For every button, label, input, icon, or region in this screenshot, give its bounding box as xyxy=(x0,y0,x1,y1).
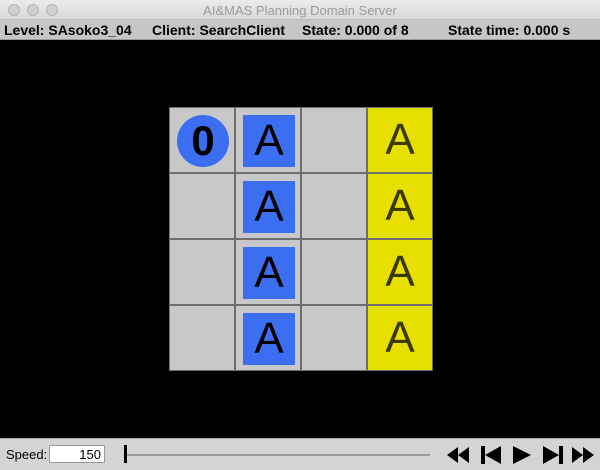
goal-cell-label: A xyxy=(385,247,415,296)
goal-cell-label: A xyxy=(385,115,415,164)
window-title: AI&MAS Planning Domain Server xyxy=(203,3,397,18)
grid-cell xyxy=(301,107,367,173)
speed-label: Speed: xyxy=(6,447,48,462)
goal-cell-label: A xyxy=(385,181,415,230)
fast-forward-icon xyxy=(572,447,594,463)
play-icon xyxy=(513,446,531,464)
grid-cell: A xyxy=(367,173,433,239)
grid-cell xyxy=(169,173,235,239)
play-button[interactable] xyxy=(510,444,534,466)
rewind-button[interactable] xyxy=(446,444,470,466)
speed-input[interactable] xyxy=(49,445,105,463)
step-back-button[interactable] xyxy=(479,444,503,466)
grid-cell: A xyxy=(235,173,301,239)
grid-cell xyxy=(301,239,367,305)
grid-cell: A xyxy=(235,239,301,305)
grid-cell xyxy=(301,305,367,371)
grid-cell: A xyxy=(235,305,301,371)
grid-cell: A xyxy=(367,107,433,173)
grid-cell xyxy=(169,305,235,371)
state-counter: State: 0.000 of 8 xyxy=(302,22,409,38)
level-canvas: 0AAAAAAAA xyxy=(0,41,600,438)
client-name: Client: SearchClient xyxy=(152,22,286,38)
rewind-icon xyxy=(447,447,469,463)
box: A xyxy=(243,313,295,365)
step-back-icon xyxy=(481,446,501,464)
grid-cell: A xyxy=(367,239,433,305)
window-titlebar: AI&MAS Planning Domain Server xyxy=(0,0,600,20)
grid-cell xyxy=(301,173,367,239)
timeline-slider[interactable] xyxy=(124,454,430,456)
box: A xyxy=(243,247,295,299)
playback-controls: Speed: xyxy=(0,438,600,470)
grid-cell: 0 xyxy=(169,107,235,173)
state-time: State time: 0.000 s xyxy=(448,22,571,38)
fast-forward-button[interactable] xyxy=(571,444,595,466)
step-forward-button[interactable] xyxy=(541,444,565,466)
agent: 0 xyxy=(177,115,229,167)
box: A xyxy=(243,115,295,167)
goal-cell-label: A xyxy=(385,313,415,362)
status-bar: Level: SAsoko3_04 Client: SearchClient S… xyxy=(0,20,600,40)
grid-cell xyxy=(169,239,235,305)
timeline-slider-thumb[interactable] xyxy=(124,445,127,463)
level-name: Level: SAsoko3_04 xyxy=(4,22,132,38)
box: A xyxy=(243,181,295,233)
grid-cell: A xyxy=(367,305,433,371)
grid-cell: A xyxy=(235,107,301,173)
step-forward-icon xyxy=(543,446,563,464)
level-grid: 0AAAAAAAA xyxy=(169,107,433,371)
